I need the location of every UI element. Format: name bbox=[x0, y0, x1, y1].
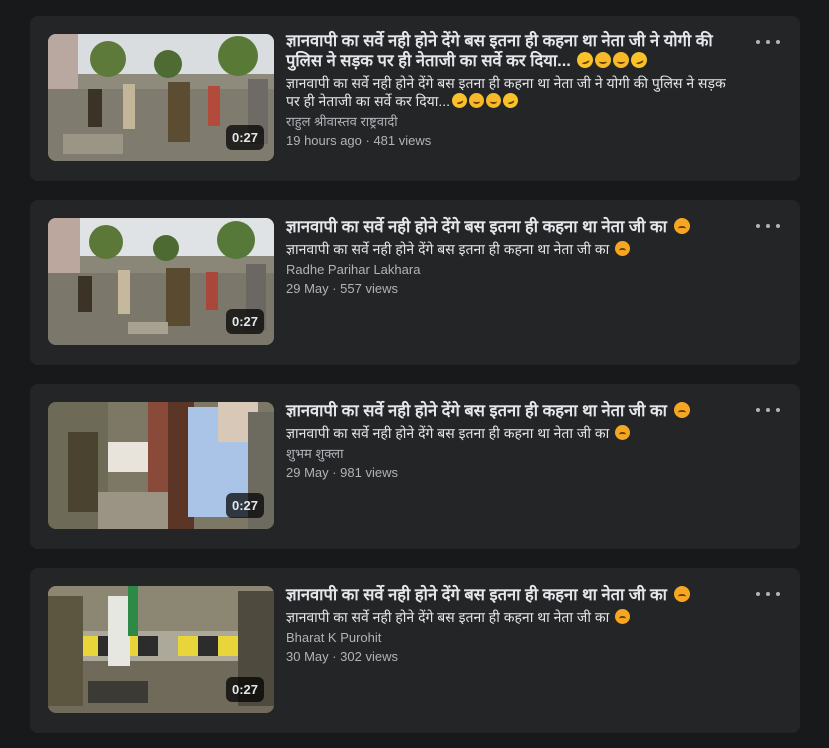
video-author[interactable]: Radhe Parihar Lakhara bbox=[286, 261, 742, 278]
video-thumbnail[interactable]: 0:27 bbox=[48, 218, 274, 345]
video-duration: 0:27 bbox=[225, 493, 264, 518]
rolling-laughing-emoji bbox=[575, 49, 596, 71]
video-meta: 29 May · 557 views bbox=[286, 281, 398, 296]
video-thumbnail[interactable]: 0:27 bbox=[48, 586, 274, 713]
video-result-card[interactable]: 0:27 ज्ञानवापी का सर्वे नही होने देंगे ब… bbox=[30, 16, 800, 181]
video-description: ज्ञानवापी का सर्वे नही होने देंगे बस इतन… bbox=[286, 75, 726, 111]
grinning-emoji bbox=[486, 93, 502, 108]
video-result-card[interactable]: 0:27 ज्ञानवापी का सर्वे नही होने देंगे ब… bbox=[30, 200, 800, 365]
video-meta: 30 May · 302 views bbox=[286, 649, 398, 664]
video-description: ज्ञानवापी का सर्वे नही होने देंगे बस इतन… bbox=[286, 424, 742, 442]
more-options-icon[interactable] bbox=[756, 220, 780, 232]
laughing-emoji bbox=[500, 90, 521, 111]
video-duration: 0:27 bbox=[225, 125, 264, 150]
laughing-emoji bbox=[629, 49, 650, 71]
disappointed-emoji bbox=[615, 425, 631, 440]
video-description: ज्ञानवापी का सर्वे नही होने देंगे बस इतन… bbox=[286, 240, 742, 258]
video-author[interactable]: शुभम शुक्ला bbox=[286, 445, 742, 462]
video-thumbnail[interactable]: 0:27 bbox=[48, 402, 274, 529]
video-duration: 0:27 bbox=[225, 309, 264, 334]
video-duration: 0:27 bbox=[225, 677, 264, 702]
disappointed-emoji bbox=[615, 241, 631, 256]
video-title[interactable]: ज्ञानवापी का सर्वे नही होने देंगे बस इतन… bbox=[286, 585, 742, 605]
rolling-laughing-emoji bbox=[449, 90, 470, 111]
video-thumbnail[interactable]: 0:27 bbox=[48, 34, 274, 161]
video-author[interactable]: राहुल श्रीवास्तव राष्ट्रवादी bbox=[286, 113, 742, 130]
upside-down-face-emoji bbox=[469, 93, 485, 108]
video-result-card[interactable]: 0:27 ज्ञानवापी का सर्वे नही होने देंगे ब… bbox=[30, 568, 800, 733]
video-title[interactable]: ज्ञानवापी का सर्वे नही होने देंगे बस इतन… bbox=[286, 217, 742, 237]
grinning-emoji bbox=[613, 52, 630, 68]
disappointed-emoji bbox=[673, 402, 690, 418]
video-title[interactable]: ज्ञानवापी का सर्वे नही होने देंगे बस इतन… bbox=[286, 401, 742, 421]
upside-down-face-emoji bbox=[595, 52, 612, 68]
more-options-icon[interactable] bbox=[756, 404, 780, 416]
disappointed-emoji bbox=[673, 586, 690, 602]
disappointed-emoji bbox=[673, 218, 690, 234]
video-author[interactable]: Bharat K Purohit bbox=[286, 629, 742, 646]
video-description: ज्ञानवापी का सर्वे नही होने देंगे बस इतन… bbox=[286, 608, 742, 626]
video-result-card[interactable]: 0:27 ज्ञानवापी का सर्वे नही होने देंगे ब… bbox=[30, 384, 800, 549]
more-options-icon[interactable] bbox=[756, 588, 780, 600]
disappointed-emoji bbox=[615, 609, 631, 624]
video-title[interactable]: ज्ञानवापी का सर्वे नही होने देंगे बस इतन… bbox=[286, 31, 742, 71]
video-meta: 19 hours ago · 481 views bbox=[286, 133, 432, 148]
more-options-icon[interactable] bbox=[756, 36, 780, 48]
video-meta: 29 May · 981 views bbox=[286, 465, 398, 480]
